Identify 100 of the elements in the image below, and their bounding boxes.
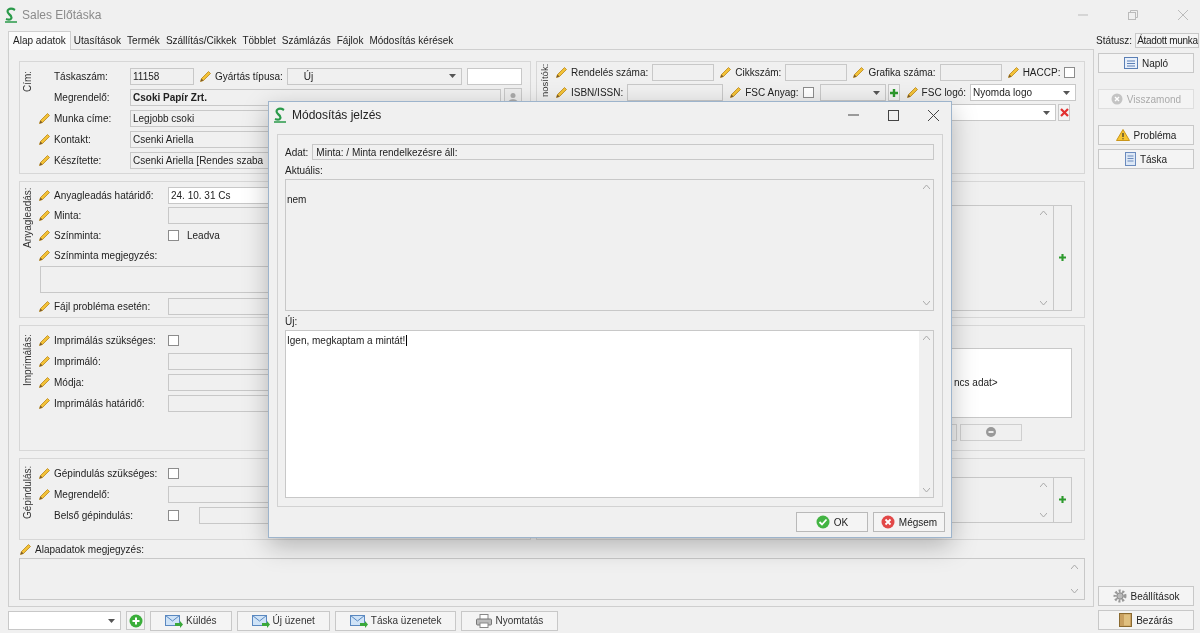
field-label: Anyagleadás határidő:	[54, 190, 155, 202]
pencil-icon	[200, 70, 211, 82]
pencil-icon	[720, 67, 732, 79]
checkbox[interactable]	[802, 87, 814, 99]
dropdown[interactable]	[8, 611, 121, 631]
dialog-button[interactable]: Mégsem	[873, 512, 945, 532]
field-label: Cikkszám:	[735, 67, 782, 79]
minimize-icon[interactable]	[848, 114, 859, 116]
field-label: Imprimálás határidő:	[54, 397, 146, 409]
scroll-up-icon[interactable]	[922, 185, 930, 189]
scroll-up-icon[interactable]	[1040, 210, 1047, 215]
scroll-up-icon[interactable]	[1040, 482, 1047, 487]
dialog-title: Módosítás jelzés	[292, 108, 382, 122]
maximize-icon[interactable]	[888, 109, 899, 121]
checkbox[interactable]	[168, 509, 179, 521]
app-logo-icon	[4, 7, 18, 23]
add-button[interactable]	[1054, 476, 1072, 523]
dropdown[interactable]: Nyomda logo	[970, 84, 1076, 102]
toolbar-button[interactable]: Küldés	[150, 610, 232, 631]
delete-button[interactable]	[1058, 104, 1070, 122]
tab[interactable]: Termék	[124, 32, 163, 49]
add-button[interactable]	[126, 611, 145, 631]
group-title: Imprimálás:	[22, 334, 33, 386]
scroll-down-icon[interactable]	[1040, 512, 1047, 517]
side-button[interactable]: Napló	[1098, 53, 1194, 73]
add-button[interactable]	[1054, 204, 1072, 311]
field-label: Aktuális:	[285, 165, 324, 176]
scroll-up-icon[interactable]	[922, 336, 930, 340]
mail-icon	[165, 613, 183, 628]
field-label: Alapadatok megjegyzés:	[35, 543, 144, 555]
cancel-icon	[1110, 93, 1123, 105]
field-label: FSC Anyag:	[745, 87, 799, 99]
tab[interactable]: Fájlok	[333, 32, 367, 49]
toolbar-button[interactable]: Új üzenet	[236, 610, 330, 631]
pencil-icon	[556, 67, 567, 79]
field-label: Fájl probléma esetén:	[54, 301, 152, 313]
checkbox-label: Leadva	[187, 230, 220, 242]
side-button[interactable]: Beállítások	[1098, 586, 1194, 606]
field-label: Gyártás típusa:	[215, 70, 283, 82]
pencil-icon	[853, 67, 865, 79]
text-field[interactable]	[939, 64, 1002, 82]
text-field[interactable]	[785, 64, 848, 82]
pencil-icon	[1007, 67, 1019, 79]
caret-icon	[872, 90, 880, 95]
text-field[interactable]	[627, 84, 724, 102]
scroll-up-icon[interactable]	[1071, 564, 1078, 569]
field-label: Gépindulás szükséges:	[54, 467, 159, 479]
field-label: Színminta:	[54, 230, 103, 242]
tab[interactable]: Szállítás/Cikkek	[162, 32, 240, 49]
group-title: Cím:	[22, 70, 33, 92]
plus-icon	[1059, 254, 1066, 262]
minus-icon	[986, 427, 996, 438]
text-area-value: Igen, megkaptam a mintát!	[287, 335, 408, 346]
text-area-value: nem	[287, 194, 307, 205]
add-button[interactable]	[887, 84, 900, 102]
side-button[interactable]: Probléma	[1098, 125, 1194, 145]
pencil-icon	[20, 543, 31, 555]
toolbar-button[interactable]: Táska üzenetek	[334, 610, 457, 631]
field-label: FSC logó:	[921, 87, 967, 99]
checkbox[interactable]	[168, 467, 179, 479]
tab[interactable]: Számlázás	[278, 32, 334, 49]
text-field[interactable]	[652, 64, 715, 82]
side-button[interactable]: Táska	[1098, 149, 1194, 169]
restore-icon[interactable]	[1128, 10, 1138, 20]
dropdown[interactable]	[819, 84, 886, 102]
field-label: Grafika száma:	[868, 67, 936, 79]
scroll-down-icon[interactable]	[922, 488, 930, 492]
dropdown[interactable]: Új	[286, 67, 462, 85]
checkbox[interactable]	[1064, 67, 1076, 79]
checkbox[interactable]	[168, 334, 179, 346]
close-icon[interactable]	[928, 109, 939, 121]
scroll-down-icon[interactable]	[1040, 300, 1047, 305]
scroll-down-icon[interactable]	[922, 301, 930, 305]
side-button[interactable]: Bezárás	[1098, 610, 1194, 630]
text-field[interactable]: 11158	[130, 67, 194, 85]
gear-icon	[1112, 589, 1127, 603]
scroll-down-icon[interactable]	[1071, 588, 1078, 593]
remove-button[interactable]	[960, 423, 1022, 441]
status-field: Átadott munka	[1135, 32, 1199, 48]
document-icon	[1124, 152, 1136, 166]
printer-icon	[476, 613, 493, 628]
field-label: Rendelés száma:	[571, 67, 649, 79]
text-area[interactable]	[19, 557, 1085, 600]
checkbox[interactable]	[168, 230, 179, 242]
tab[interactable]: Többlet	[239, 32, 279, 49]
tab[interactable]: Alap adatok	[8, 30, 71, 50]
field-label: Készítette:	[54, 154, 103, 166]
cancel-icon	[880, 515, 895, 529]
app-logo-icon	[273, 107, 287, 123]
tab[interactable]: Utasítások	[70, 32, 125, 49]
plus-icon	[1059, 496, 1066, 504]
caret-icon	[108, 618, 115, 623]
text-field[interactable]	[466, 67, 522, 85]
field-label: Táskaszám:	[54, 70, 109, 82]
toolbar-button[interactable]: Nyomtatás	[461, 610, 559, 631]
text-area[interactable]: Igen, megkaptam a mintát!	[285, 330, 934, 498]
dialog-button[interactable]: OK	[796, 512, 868, 532]
caret-icon	[448, 74, 456, 79]
tab[interactable]: Módosítás kérések	[366, 32, 457, 49]
door-icon	[1119, 613, 1133, 627]
